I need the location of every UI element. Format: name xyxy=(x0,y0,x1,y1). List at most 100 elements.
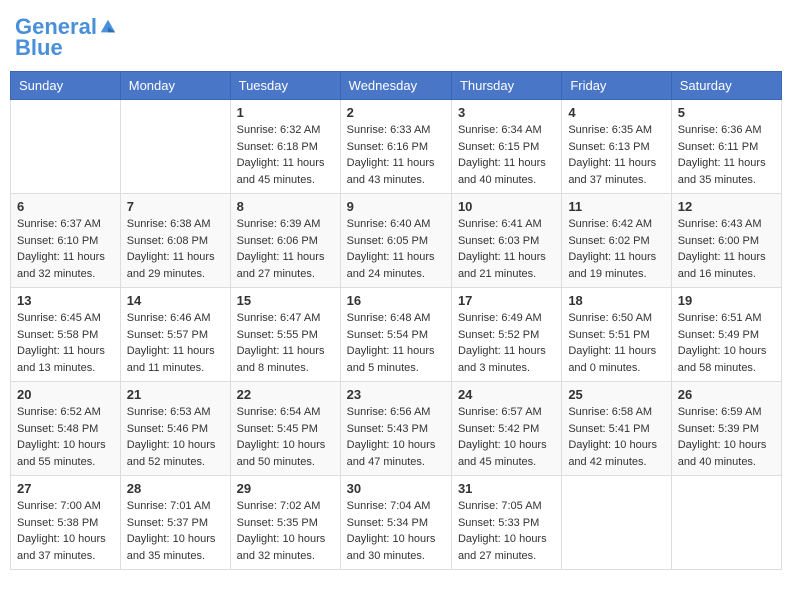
sunset-text: Sunset: 6:06 PM xyxy=(237,235,318,247)
cell-content: Sunrise: 6:35 AM Sunset: 6:13 PM Dayligh… xyxy=(568,122,664,188)
calendar-cell: 21 Sunrise: 6:53 AM Sunset: 5:46 PM Dayl… xyxy=(120,382,230,476)
cell-content: Sunrise: 7:00 AM Sunset: 5:38 PM Dayligh… xyxy=(17,498,114,564)
day-number: 25 xyxy=(568,387,664,402)
calendar-cell xyxy=(120,100,230,194)
weekday-header-thursday: Thursday xyxy=(451,72,561,100)
weekday-header-saturday: Saturday xyxy=(671,72,781,100)
cell-content: Sunrise: 6:48 AM Sunset: 5:54 PM Dayligh… xyxy=(347,310,445,376)
sunrise-text: Sunrise: 7:05 AM xyxy=(458,500,542,512)
cell-content: Sunrise: 6:59 AM Sunset: 5:39 PM Dayligh… xyxy=(678,404,775,470)
sunrise-text: Sunrise: 6:37 AM xyxy=(17,218,101,230)
cell-content: Sunrise: 6:50 AM Sunset: 5:51 PM Dayligh… xyxy=(568,310,664,376)
sunrise-text: Sunrise: 6:41 AM xyxy=(458,218,542,230)
sunrise-text: Sunrise: 7:00 AM xyxy=(17,500,101,512)
sunrise-text: Sunrise: 6:36 AM xyxy=(678,124,762,136)
day-number: 9 xyxy=(347,199,445,214)
calendar-cell: 17 Sunrise: 6:49 AM Sunset: 5:52 PM Dayl… xyxy=(451,288,561,382)
daylight-text: Daylight: 11 hours and 13 minutes. xyxy=(17,345,105,374)
calendar-week-row: 13 Sunrise: 6:45 AM Sunset: 5:58 PM Dayl… xyxy=(11,288,782,382)
calendar-cell xyxy=(671,476,781,570)
daylight-text: Daylight: 10 hours and 42 minutes. xyxy=(568,439,657,468)
sunset-text: Sunset: 5:55 PM xyxy=(237,329,318,341)
daylight-text: Daylight: 11 hours and 27 minutes. xyxy=(237,251,325,280)
day-number: 27 xyxy=(17,481,114,496)
sunset-text: Sunset: 5:38 PM xyxy=(17,517,98,529)
calendar-cell: 4 Sunrise: 6:35 AM Sunset: 6:13 PM Dayli… xyxy=(562,100,671,194)
calendar-cell: 2 Sunrise: 6:33 AM Sunset: 6:16 PM Dayli… xyxy=(340,100,451,194)
calendar-table: SundayMondayTuesdayWednesdayThursdayFrid… xyxy=(10,71,782,570)
day-number: 22 xyxy=(237,387,334,402)
sunset-text: Sunset: 5:43 PM xyxy=(347,423,428,435)
sunset-text: Sunset: 6:05 PM xyxy=(347,235,428,247)
calendar-week-row: 6 Sunrise: 6:37 AM Sunset: 6:10 PM Dayli… xyxy=(11,194,782,288)
page-header: General Blue xyxy=(10,10,782,61)
weekday-header-tuesday: Tuesday xyxy=(230,72,340,100)
calendar-cell: 24 Sunrise: 6:57 AM Sunset: 5:42 PM Dayl… xyxy=(451,382,561,476)
day-number: 20 xyxy=(17,387,114,402)
day-number: 8 xyxy=(237,199,334,214)
calendar-cell: 29 Sunrise: 7:02 AM Sunset: 5:35 PM Dayl… xyxy=(230,476,340,570)
sunset-text: Sunset: 5:46 PM xyxy=(127,423,208,435)
calendar-week-row: 20 Sunrise: 6:52 AM Sunset: 5:48 PM Dayl… xyxy=(11,382,782,476)
cell-content: Sunrise: 6:51 AM Sunset: 5:49 PM Dayligh… xyxy=(678,310,775,376)
daylight-text: Daylight: 11 hours and 11 minutes. xyxy=(127,345,215,374)
calendar-cell: 12 Sunrise: 6:43 AM Sunset: 6:00 PM Dayl… xyxy=(671,194,781,288)
day-number: 21 xyxy=(127,387,224,402)
sunset-text: Sunset: 5:41 PM xyxy=(568,423,649,435)
calendar-cell xyxy=(11,100,121,194)
calendar-cell: 13 Sunrise: 6:45 AM Sunset: 5:58 PM Dayl… xyxy=(11,288,121,382)
cell-content: Sunrise: 6:34 AM Sunset: 6:15 PM Dayligh… xyxy=(458,122,555,188)
day-number: 19 xyxy=(678,293,775,308)
daylight-text: Daylight: 10 hours and 47 minutes. xyxy=(347,439,436,468)
daylight-text: Daylight: 11 hours and 0 minutes. xyxy=(568,345,656,374)
sunset-text: Sunset: 6:10 PM xyxy=(17,235,98,247)
cell-content: Sunrise: 6:46 AM Sunset: 5:57 PM Dayligh… xyxy=(127,310,224,376)
sunset-text: Sunset: 5:37 PM xyxy=(127,517,208,529)
day-number: 24 xyxy=(458,387,555,402)
calendar-cell: 5 Sunrise: 6:36 AM Sunset: 6:11 PM Dayli… xyxy=(671,100,781,194)
cell-content: Sunrise: 6:56 AM Sunset: 5:43 PM Dayligh… xyxy=(347,404,445,470)
calendar-week-row: 27 Sunrise: 7:00 AM Sunset: 5:38 PM Dayl… xyxy=(11,476,782,570)
sunrise-text: Sunrise: 6:39 AM xyxy=(237,218,321,230)
cell-content: Sunrise: 6:39 AM Sunset: 6:06 PM Dayligh… xyxy=(237,216,334,282)
calendar-cell: 20 Sunrise: 6:52 AM Sunset: 5:48 PM Dayl… xyxy=(11,382,121,476)
day-number: 2 xyxy=(347,105,445,120)
cell-content: Sunrise: 6:32 AM Sunset: 6:18 PM Dayligh… xyxy=(237,122,334,188)
calendar-cell: 16 Sunrise: 6:48 AM Sunset: 5:54 PM Dayl… xyxy=(340,288,451,382)
cell-content: Sunrise: 6:36 AM Sunset: 6:11 PM Dayligh… xyxy=(678,122,775,188)
sunrise-text: Sunrise: 6:49 AM xyxy=(458,312,542,324)
calendar-cell: 22 Sunrise: 6:54 AM Sunset: 5:45 PM Dayl… xyxy=(230,382,340,476)
cell-content: Sunrise: 6:45 AM Sunset: 5:58 PM Dayligh… xyxy=(17,310,114,376)
daylight-text: Daylight: 10 hours and 27 minutes. xyxy=(458,533,547,562)
calendar-cell: 8 Sunrise: 6:39 AM Sunset: 6:06 PM Dayli… xyxy=(230,194,340,288)
sunset-text: Sunset: 6:13 PM xyxy=(568,141,649,153)
daylight-text: Daylight: 11 hours and 29 minutes. xyxy=(127,251,215,280)
day-number: 28 xyxy=(127,481,224,496)
calendar-cell xyxy=(562,476,671,570)
sunset-text: Sunset: 6:18 PM xyxy=(237,141,318,153)
sunrise-text: Sunrise: 6:56 AM xyxy=(347,406,431,418)
weekday-header-row: SundayMondayTuesdayWednesdayThursdayFrid… xyxy=(11,72,782,100)
calendar-cell: 23 Sunrise: 6:56 AM Sunset: 5:43 PM Dayl… xyxy=(340,382,451,476)
calendar-cell: 1 Sunrise: 6:32 AM Sunset: 6:18 PM Dayli… xyxy=(230,100,340,194)
day-number: 29 xyxy=(237,481,334,496)
calendar-cell: 30 Sunrise: 7:04 AM Sunset: 5:34 PM Dayl… xyxy=(340,476,451,570)
sunrise-text: Sunrise: 6:42 AM xyxy=(568,218,652,230)
sunrise-text: Sunrise: 6:51 AM xyxy=(678,312,762,324)
daylight-text: Daylight: 11 hours and 24 minutes. xyxy=(347,251,435,280)
sunset-text: Sunset: 5:57 PM xyxy=(127,329,208,341)
cell-content: Sunrise: 6:49 AM Sunset: 5:52 PM Dayligh… xyxy=(458,310,555,376)
sunrise-text: Sunrise: 7:02 AM xyxy=(237,500,321,512)
day-number: 18 xyxy=(568,293,664,308)
cell-content: Sunrise: 6:57 AM Sunset: 5:42 PM Dayligh… xyxy=(458,404,555,470)
sunset-text: Sunset: 5:39 PM xyxy=(678,423,759,435)
daylight-text: Daylight: 11 hours and 3 minutes. xyxy=(458,345,546,374)
sunrise-text: Sunrise: 7:01 AM xyxy=(127,500,211,512)
sunset-text: Sunset: 6:03 PM xyxy=(458,235,539,247)
cell-content: Sunrise: 6:58 AM Sunset: 5:41 PM Dayligh… xyxy=(568,404,664,470)
sunset-text: Sunset: 6:16 PM xyxy=(347,141,428,153)
sunset-text: Sunset: 6:11 PM xyxy=(678,141,759,153)
sunrise-text: Sunrise: 6:59 AM xyxy=(678,406,762,418)
sunset-text: Sunset: 5:51 PM xyxy=(568,329,649,341)
day-number: 4 xyxy=(568,105,664,120)
